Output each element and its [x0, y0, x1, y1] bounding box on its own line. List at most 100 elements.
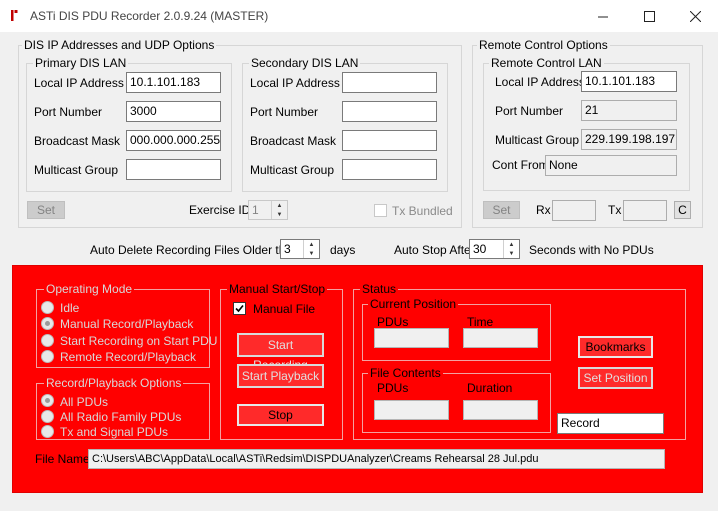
mode-radio-2[interactable]: [41, 334, 54, 347]
spin-up-icon[interactable]: ▲: [504, 240, 519, 249]
auto-stop-spinner[interactable]: 30 ▲ ▼: [469, 239, 520, 259]
stop-button[interactable]: Stop: [237, 404, 324, 426]
spin-up-icon[interactable]: ▲: [272, 201, 287, 210]
exercise-id-label: Exercise ID: [189, 203, 251, 217]
cont-from-field[interactable]: None: [545, 155, 677, 176]
checkmark-icon: [235, 304, 244, 313]
record-option-2: Tx and Signal PDUs: [60, 425, 169, 439]
remote-port-label: Port Number: [495, 104, 564, 118]
secondary-local-ip-field[interactable]: [342, 72, 437, 93]
record-radio-1[interactable]: [41, 410, 54, 423]
secondary-port-field[interactable]: [342, 101, 437, 122]
remote-port-field[interactable]: 21: [581, 100, 677, 121]
exercise-id-spinner[interactable]: 1 ▲ ▼: [248, 200, 288, 220]
record-option-1: All Radio Family PDUs: [60, 410, 182, 424]
file-contents-label: File Contents: [368, 366, 443, 380]
secondary-mcast-label: Multicast Group: [250, 163, 335, 177]
duration-field[interactable]: [463, 400, 538, 420]
mode-radio-3[interactable]: [41, 350, 54, 363]
record-radio-2[interactable]: [41, 425, 54, 438]
secondary-port-label: Port Number: [250, 105, 319, 119]
primary-port-field[interactable]: 3000: [126, 101, 221, 122]
manual-file-checkbox[interactable]: [233, 302, 246, 315]
spin-down-icon[interactable]: ▼: [272, 210, 287, 219]
spin-up-icon[interactable]: ▲: [304, 240, 319, 249]
close-icon: [689, 10, 701, 22]
secondary-bcast-field[interactable]: [342, 130, 437, 151]
mode-radio-0[interactable]: [41, 301, 54, 314]
tx-field[interactable]: [623, 200, 667, 221]
record-option-0: All PDUs: [60, 395, 109, 409]
auto-stop-arrows: ▲ ▼: [503, 240, 519, 258]
rx-field[interactable]: [552, 200, 596, 221]
minimize-icon: [597, 16, 608, 17]
current-time-field[interactable]: [463, 328, 538, 348]
primary-bcast-field[interactable]: 000.000.000.255: [126, 130, 221, 151]
remote-lan-label: Remote Control LAN: [489, 56, 604, 70]
tx-label: Tx: [608, 203, 622, 217]
file-pdus-label: PDUs: [377, 381, 409, 395]
primary-lan-label: Primary DIS LAN: [33, 56, 129, 70]
status-group-label: Status: [360, 282, 399, 296]
c-button[interactable]: C: [674, 201, 691, 219]
primary-local-ip-field[interactable]: 10.1.101.183: [126, 72, 221, 93]
spin-down-icon[interactable]: ▼: [304, 249, 319, 258]
primary-mcast-label: Multicast Group: [34, 163, 119, 177]
duration-label: Duration: [467, 381, 513, 395]
auto-stop-label: Auto Stop After: [394, 243, 475, 257]
spin-down-icon[interactable]: ▼: [504, 249, 519, 258]
start-playback-button[interactable]: Start Playback: [237, 364, 324, 388]
file-name-field[interactable]: C:\Users\ABC\AppData\Local\ASTi\Redsim\D…: [88, 449, 665, 469]
rx-label: Rx: [536, 203, 551, 217]
operating-mode-label: Operating Mode: [44, 282, 135, 296]
mode-option-2: Start Recording on Start PDU: [60, 334, 218, 348]
auto-delete-value: 3: [284, 242, 291, 256]
tx-bundled-checkbox[interactable]: [374, 204, 387, 217]
current-time-label: Time: [467, 315, 494, 329]
file-pdus-field[interactable]: [374, 400, 449, 420]
cont-from-label: Cont From: [492, 158, 549, 172]
remote-mcast-field[interactable]: 229.199.198.197: [581, 129, 677, 150]
file-name-label: File Name: [35, 452, 90, 466]
start-recording-button[interactable]: Start Recording: [237, 333, 324, 372]
days-label: days: [330, 243, 356, 257]
mode-option-3: Remote Record/Playback: [60, 350, 197, 364]
secondary-lan-label: Secondary DIS LAN: [249, 56, 361, 70]
primary-local-ip-label: Local IP Address: [34, 76, 124, 90]
remote-mcast-label: Multicast Group: [495, 133, 580, 147]
minimize-button[interactable]: [580, 0, 626, 32]
auto-stop-value: 30: [473, 242, 487, 256]
mode-status-field[interactable]: Record: [557, 413, 664, 434]
secondary-mcast-field[interactable]: [342, 159, 437, 180]
mode-option-0: Idle: [60, 301, 80, 315]
primary-port-label: Port Number: [34, 105, 103, 119]
record-options-label: Record/Playback Options: [44, 376, 184, 390]
primary-bcast-label: Broadcast Mask: [34, 134, 121, 148]
current-pdus-field[interactable]: [374, 328, 449, 348]
auto-delete-spinner[interactable]: 3 ▲ ▼: [280, 239, 320, 259]
auto-delete-label: Auto Delete Recording Files Older than: [90, 243, 299, 257]
maximize-button[interactable]: [626, 0, 672, 32]
remote-local-ip-field[interactable]: 10.1.101.183: [581, 71, 677, 92]
remote-set-button[interactable]: Set: [483, 201, 520, 219]
manual-file-label: Manual File: [253, 302, 316, 316]
remote-options-group-label: Remote Control Options: [477, 38, 610, 52]
bookmarks-button[interactable]: Bookmarks: [578, 336, 653, 358]
app-logo-icon: [11, 10, 18, 21]
auto-stop-suffix: Seconds with No PDUs: [529, 243, 654, 257]
secondary-local-ip-label: Local IP Address: [250, 76, 340, 90]
manual-group-label: Manual Start/Stop: [227, 282, 328, 296]
primary-mcast-field[interactable]: [126, 159, 221, 180]
mode-option-1: Manual Record/Playback: [60, 317, 194, 331]
set-position-button[interactable]: Set Position: [578, 367, 653, 389]
mode-radio-1[interactable]: [41, 317, 54, 330]
maximize-icon: [643, 10, 655, 22]
dis-set-button[interactable]: Set: [27, 201, 65, 219]
auto-delete-arrows: ▲ ▼: [303, 240, 319, 258]
tx-bundled-label: Tx Bundled: [392, 204, 453, 218]
current-pdus-label: PDUs: [377, 315, 409, 329]
record-radio-0[interactable]: [41, 394, 54, 407]
close-button[interactable]: [672, 0, 718, 32]
current-position-label: Current Position: [368, 297, 459, 311]
window-title: ASTi DIS PDU Recorder 2.0.9.24 (MASTER): [30, 9, 269, 23]
